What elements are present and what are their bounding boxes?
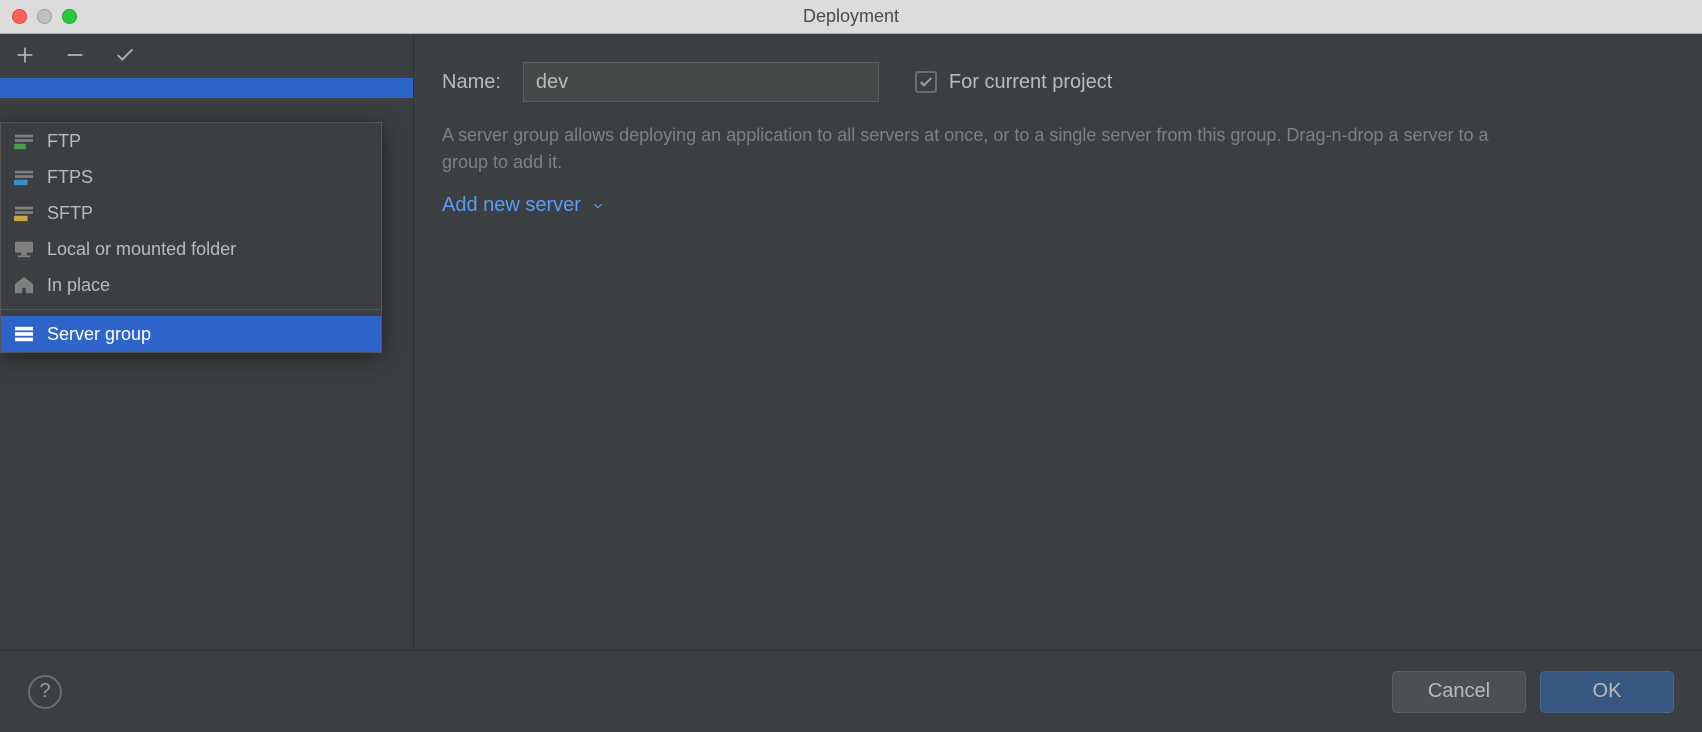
description-text: A server group allows deploying an appli… — [442, 122, 1502, 176]
popup-item-local-folder[interactable]: Local or mounted folder — [1, 231, 381, 267]
footer: ? Cancel OK — [0, 650, 1702, 732]
for-current-project-wrap: For current project — [915, 71, 1112, 94]
folder-icon — [13, 238, 35, 260]
popup-item-label: FTP — [47, 131, 81, 152]
cancel-button-label: Cancel — [1428, 680, 1490, 703]
minus-icon — [64, 44, 86, 66]
popup-item-ftp[interactable]: FTP — [1, 123, 381, 159]
add-new-server-link[interactable]: Add new server — [442, 194, 605, 217]
popup-item-sftp[interactable]: SFTP — [1, 195, 381, 231]
add-button[interactable] — [14, 44, 36, 66]
content-area: FTP FTPS SFTP Local or mounted folder — [0, 34, 1702, 650]
popup-item-label: Local or mounted folder — [47, 239, 236, 260]
add-new-server-label: Add new server — [442, 194, 581, 217]
minimize-window-button[interactable] — [37, 9, 52, 24]
add-type-popup: FTP FTPS SFTP Local or mounted folder — [0, 122, 382, 353]
sidebar-toolbar — [0, 34, 413, 76]
ftp-icon — [13, 130, 35, 152]
popup-item-label: In place — [47, 275, 110, 296]
check-icon — [918, 74, 934, 90]
name-input[interactable] — [523, 62, 879, 102]
for-current-project-label: For current project — [949, 71, 1112, 94]
help-icon: ? — [39, 680, 50, 703]
sidebar-selected-row[interactable] — [0, 78, 413, 98]
sftp-icon — [13, 202, 35, 224]
set-default-button[interactable] — [114, 44, 136, 66]
ok-button[interactable]: OK — [1540, 671, 1674, 713]
home-icon — [13, 274, 35, 296]
server-group-icon — [13, 323, 35, 345]
popup-item-in-place[interactable]: In place — [1, 267, 381, 303]
popup-item-server-group[interactable]: Server group — [1, 316, 381, 352]
popup-item-label: Server group — [47, 324, 151, 345]
name-label: Name: — [442, 71, 501, 94]
remove-button[interactable] — [64, 44, 86, 66]
ok-button-label: OK — [1593, 680, 1622, 703]
sidebar: FTP FTPS SFTP Local or mounted folder — [0, 34, 414, 650]
titlebar: Deployment — [0, 0, 1702, 34]
close-window-button[interactable] — [12, 9, 27, 24]
chevron-down-icon — [591, 199, 605, 213]
name-row: Name: For current project — [442, 62, 1674, 102]
popup-item-label: FTPS — [47, 167, 93, 188]
popup-item-label: SFTP — [47, 203, 93, 224]
plus-icon — [14, 44, 36, 66]
help-button[interactable]: ? — [28, 675, 62, 709]
window-title: Deployment — [803, 6, 899, 27]
main-panel: Name: For current project A server group… — [414, 34, 1702, 650]
popup-separator — [1, 309, 381, 310]
popup-item-ftps[interactable]: FTPS — [1, 159, 381, 195]
cancel-button[interactable]: Cancel — [1392, 671, 1526, 713]
window-controls — [12, 9, 77, 24]
ftps-icon — [13, 166, 35, 188]
fullscreen-window-button[interactable] — [62, 9, 77, 24]
checkmark-icon — [114, 44, 136, 66]
for-current-project-checkbox[interactable] — [915, 71, 937, 93]
